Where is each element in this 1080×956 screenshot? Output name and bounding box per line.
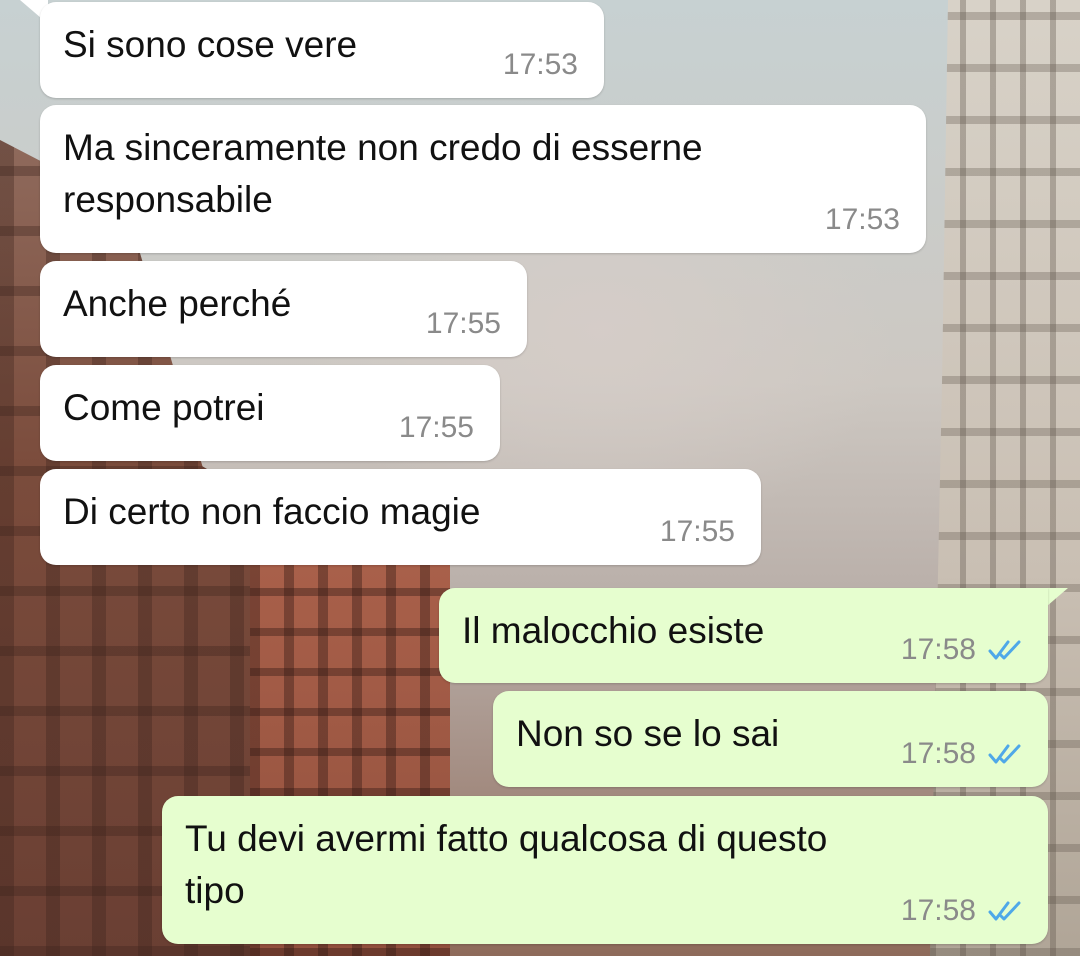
message-text: Come potrei xyxy=(63,387,265,428)
message-meta: 17:55 xyxy=(399,411,474,445)
message-text: Ma sinceramente non credo di esserne res… xyxy=(63,127,703,220)
message-meta: 17:55 xyxy=(660,515,735,549)
message-bubble-outgoing[interactable]: Tu devi avermi fatto qualcosa di questo … xyxy=(162,796,1048,944)
message-time: 17:55 xyxy=(659,515,735,548)
message-meta: 17:53 xyxy=(503,48,578,82)
double-check-icon xyxy=(988,640,1021,660)
message-bubble-outgoing[interactable]: Non so se lo sai 17:58 xyxy=(493,691,1048,787)
message-time: 17:55 xyxy=(398,411,474,444)
message-text: Non so se lo sai xyxy=(516,713,780,754)
message-bubble-incoming[interactable]: Come potrei 17:55 xyxy=(40,365,500,461)
message-meta: 17:58 xyxy=(901,737,1022,771)
message-meta: 17:53 xyxy=(825,203,900,237)
message-meta: 17:58 xyxy=(901,633,1022,667)
message-text: Anche perché xyxy=(63,283,292,324)
message-time: 17:55 xyxy=(425,307,501,340)
message-time: 17:58 xyxy=(900,894,976,927)
message-time: 17:58 xyxy=(900,633,976,666)
message-time: 17:58 xyxy=(900,737,976,770)
message-bubble-incoming[interactable]: Di certo non faccio magie 17:55 xyxy=(40,469,761,565)
message-list[interactable]: Si sono cose vere 17:53 Ma sinceramente … xyxy=(0,0,1080,956)
double-check-icon xyxy=(988,744,1021,764)
message-time: 17:53 xyxy=(824,203,900,236)
message-text: Si sono cose vere xyxy=(63,24,358,65)
message-time: 17:53 xyxy=(502,48,578,81)
message-text: Il malocchio esiste xyxy=(462,610,765,651)
message-bubble-incoming[interactable]: Anche perché 17:55 xyxy=(40,261,527,357)
double-check-icon xyxy=(988,901,1021,921)
message-bubble-incoming[interactable]: Ma sinceramente non credo di esserne res… xyxy=(40,105,926,253)
message-meta: 17:55 xyxy=(426,307,501,341)
message-bubble-incoming[interactable]: Si sono cose vere 17:53 xyxy=(40,2,604,98)
message-meta: 17:58 xyxy=(901,894,1022,928)
message-text: Tu devi avermi fatto qualcosa di questo … xyxy=(185,818,828,911)
message-bubble-outgoing[interactable]: Il malocchio esiste 17:58 xyxy=(439,588,1048,683)
message-text: Di certo non faccio magie xyxy=(63,491,481,532)
